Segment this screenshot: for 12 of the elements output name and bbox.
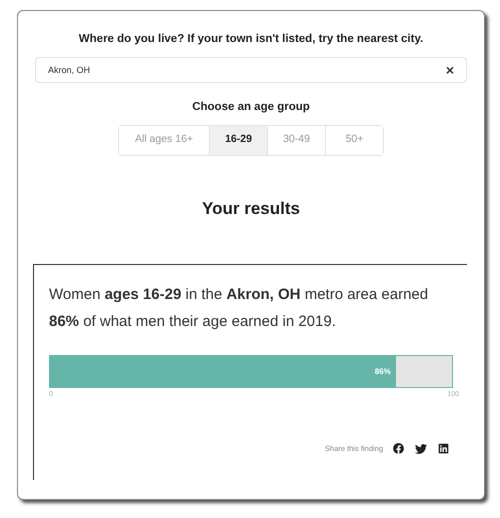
results-sentence: Women ages 16-29 in the Akron, OH metro area earned 86% of what men their age earned in 2019. xyxy=(49,285,430,332)
twitter-icon[interactable] xyxy=(415,442,427,454)
facebook-icon[interactable] xyxy=(393,443,404,454)
results-title: Your results xyxy=(202,198,300,220)
clear-button[interactable]: × xyxy=(446,63,454,78)
linkedin-icon[interactable] xyxy=(438,443,449,454)
age-group-heading: Choose an age group xyxy=(192,100,310,116)
location-question: Where do you live? If your town isn't listed, try the nearest city. xyxy=(78,32,424,47)
bar-value: 86% xyxy=(374,366,391,378)
location-value: Akron, OH xyxy=(48,64,90,76)
age-group-tab[interactable]: 16-29 xyxy=(209,126,267,154)
location-field[interactable]: Akron, OH × xyxy=(35,57,467,84)
